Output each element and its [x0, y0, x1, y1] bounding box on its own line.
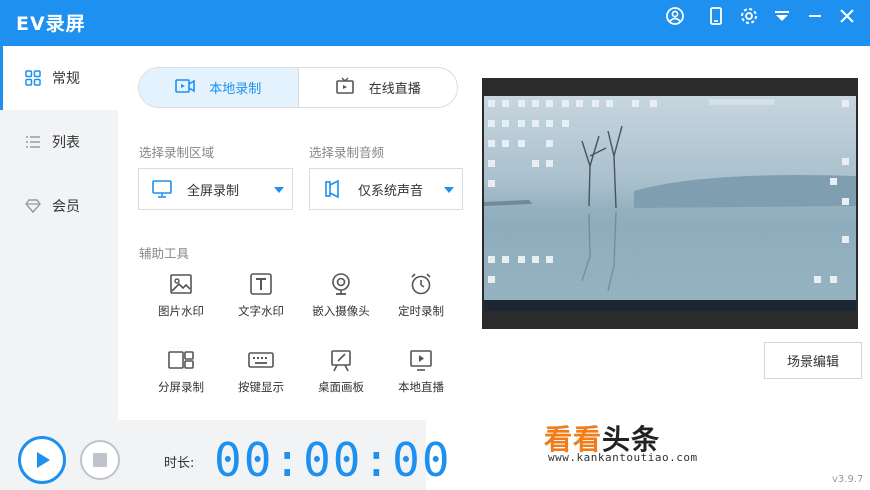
grid-icon — [24, 69, 42, 87]
play-icon — [37, 452, 50, 468]
camera-icon — [175, 78, 196, 98]
tool-label: 定时录制 — [398, 304, 444, 318]
site-watermark: 看看头条 www.kankantoutiao.com — [544, 418, 744, 466]
desktop-taskbar — [484, 300, 856, 311]
user-icon[interactable] — [664, 5, 686, 27]
app-title: EV录屏 — [16, 13, 86, 35]
tool-label: 分屏录制 — [158, 380, 204, 394]
tv-icon — [335, 77, 355, 99]
stop-icon — [93, 453, 107, 467]
duration-label: 时长: — [164, 456, 195, 471]
tab-live-stream[interactable]: 在线直播 — [299, 68, 458, 107]
tool-image-watermark[interactable]: 图片水印 — [141, 270, 221, 326]
keyboard-icon — [247, 346, 275, 374]
record-timer: 00:00:00 — [214, 433, 452, 487]
tool-label: 文字水印 — [238, 304, 284, 318]
record-area-label: 选择录制区域 — [139, 145, 215, 160]
stop-record-button[interactable] — [80, 440, 120, 480]
speaker-icon — [322, 178, 344, 200]
tool-key-display[interactable]: 按键显示 — [221, 346, 301, 402]
sidebar: 常规 列表 会员 — [0, 46, 118, 420]
tool-desktop-board[interactable]: 桌面画板 — [301, 346, 381, 402]
tool-label: 桌面画板 — [318, 380, 364, 394]
play-screen-icon — [407, 346, 435, 374]
record-audio-label: 选择录制音频 — [309, 145, 385, 160]
scene-edit-button[interactable]: 场景编辑 — [764, 342, 862, 379]
record-area-value: 全屏录制 — [187, 183, 240, 199]
alarm-clock-icon — [407, 270, 435, 298]
record-audio-select[interactable]: 仅系统声音 — [309, 168, 463, 210]
sidebar-item-list[interactable]: 列表 — [0, 110, 118, 174]
tool-text-watermark[interactable]: 文字水印 — [221, 270, 301, 326]
minimize-icon[interactable] — [804, 5, 826, 27]
text-icon — [247, 270, 275, 298]
chevron-down-icon — [274, 187, 284, 193]
phone-icon[interactable] — [705, 5, 727, 27]
tab-label: 在线直播 — [368, 82, 421, 97]
sidebar-item-vip[interactable]: 会员 — [0, 174, 118, 238]
sidebar-item-label: 会员 — [52, 199, 80, 215]
webcam-icon — [327, 270, 355, 298]
tab-local-record[interactable]: 本地录制 — [139, 68, 299, 107]
desktop-preview-image — [484, 96, 856, 311]
image-icon — [167, 270, 195, 298]
title-bar: EV录屏 — [0, 0, 870, 46]
tab-label: 本地录制 — [209, 82, 262, 97]
tool-webcam[interactable]: 嵌入摄像头 — [301, 270, 381, 326]
tool-label: 按键显示 — [238, 380, 284, 394]
watermark-url: www.kankantoutiao.com — [548, 451, 698, 464]
tools-label: 辅助工具 — [139, 246, 190, 261]
chevron-down-icon — [444, 187, 454, 193]
tool-label: 图片水印 — [158, 304, 204, 318]
version-label: v3.9.7 — [832, 474, 864, 485]
tool-label: 嵌入摄像头 — [312, 304, 370, 318]
dropdown-menu-icon[interactable] — [771, 5, 793, 27]
start-record-button[interactable] — [18, 436, 66, 484]
tool-split-screen[interactable]: 分屏录制 — [141, 346, 221, 402]
tool-label: 本地直播 — [398, 380, 444, 394]
record-audio-value: 仅系统声音 — [358, 183, 424, 199]
screen-preview — [482, 78, 858, 329]
tool-local-live[interactable]: 本地直播 — [381, 346, 461, 402]
sidebar-item-general[interactable]: 常规 — [0, 46, 118, 110]
record-area-select[interactable]: 全屏录制 — [138, 168, 293, 210]
sidebar-item-label: 列表 — [52, 135, 80, 151]
settings-gear-icon[interactable] — [738, 5, 760, 27]
list-icon — [24, 133, 42, 151]
mode-tabs: 本地录制 在线直播 — [138, 67, 458, 108]
monitor-icon — [151, 178, 173, 200]
tool-timed-record[interactable]: 定时录制 — [381, 270, 461, 326]
close-icon[interactable] — [836, 5, 858, 27]
diamond-icon — [24, 197, 42, 215]
easel-icon — [327, 346, 355, 374]
sidebar-item-label: 常规 — [52, 71, 80, 87]
split-screen-icon — [167, 346, 195, 374]
